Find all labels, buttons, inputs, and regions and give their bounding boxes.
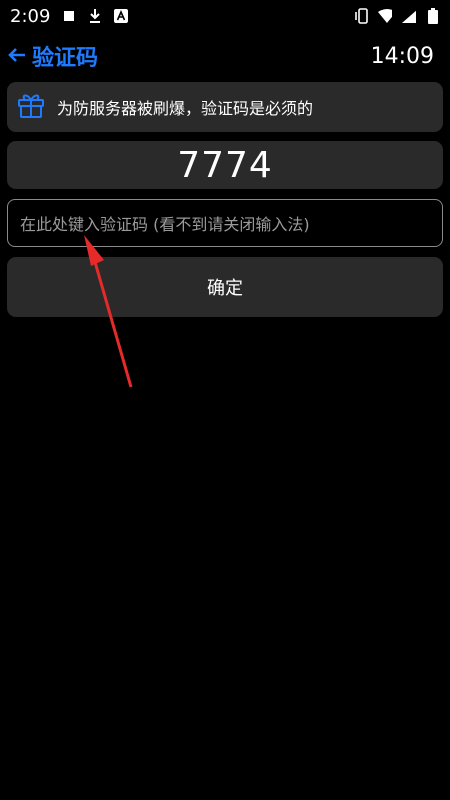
status-bar-left: 2:09 bbox=[10, 5, 129, 27]
download-icon bbox=[88, 9, 102, 23]
back-arrow-icon bbox=[8, 44, 26, 69]
app-bar: 验证码 14:09 bbox=[0, 36, 450, 76]
confirm-button[interactable]: 确定 bbox=[7, 257, 443, 317]
wifi-icon bbox=[378, 9, 392, 23]
status-time: 2:09 bbox=[10, 5, 51, 27]
confirm-button-label: 确定 bbox=[207, 278, 243, 299]
status-bar-right bbox=[354, 8, 440, 24]
gift-icon bbox=[17, 92, 45, 122]
captcha-input[interactable]: 在此处键入验证码 (看不到请关闭输入法) bbox=[7, 199, 443, 247]
captcha-code-display: 7774 bbox=[7, 141, 443, 189]
app-a-icon bbox=[114, 9, 129, 23]
page-title: 验证码 bbox=[32, 46, 99, 71]
signal-icon bbox=[402, 9, 416, 23]
captcha-input-placeholder: 在此处键入验证码 (看不到请关闭输入法) bbox=[20, 215, 310, 234]
notice-card: 为防服务器被刷爆，验证码是必须的 bbox=[7, 82, 443, 132]
header-clock: 14:09 bbox=[370, 43, 434, 69]
notice-text: 为防服务器被刷爆，验证码是必须的 bbox=[57, 99, 314, 118]
back-button[interactable]: 验证码 bbox=[8, 40, 98, 72]
battery-icon bbox=[426, 8, 440, 24]
stop-square-icon bbox=[62, 9, 76, 23]
captcha-code: 7774 bbox=[177, 144, 273, 186]
vibrate-icon bbox=[354, 8, 368, 24]
status-bar: 2:09 bbox=[0, 0, 450, 32]
